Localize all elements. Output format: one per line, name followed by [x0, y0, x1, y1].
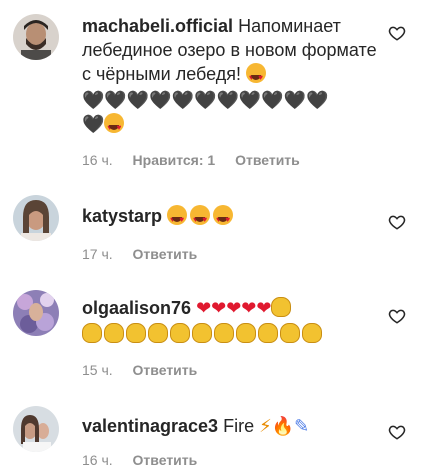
- reply-button[interactable]: Ответить: [235, 152, 300, 168]
- heart-eyes-emoji: [213, 205, 234, 232]
- avatar[interactable]: [13, 195, 59, 241]
- heart-eyes-emoji: [167, 205, 188, 232]
- reply-button[interactable]: Ответить: [133, 246, 198, 262]
- reply-button[interactable]: Ответить: [133, 362, 198, 378]
- comment-username[interactable]: valentinagrace3: [82, 416, 218, 436]
- comment-meta: 17 ч. Ответить: [82, 246, 213, 262]
- comment-meta: 15 ч. Ответить: [82, 362, 213, 378]
- likes-count[interactable]: Нравится: 1: [133, 152, 216, 168]
- like-button[interactable]: [388, 24, 406, 42]
- reply-button[interactable]: Ответить: [133, 452, 198, 468]
- comment-body: machabeli.official Напоминает лебединое …: [82, 14, 382, 140]
- comment-body: katystarp: [82, 204, 382, 232]
- comment-meta: 16 ч. Нравится: 1 Ответить: [82, 152, 316, 168]
- like-button[interactable]: [388, 307, 406, 325]
- emoji-row: 🖤🖤🖤🖤🖤🖤🖤🖤🖤🖤🖤: [82, 90, 329, 111]
- comment-meta: 16 ч. Ответить: [82, 452, 213, 468]
- avatar[interactable]: [13, 290, 59, 336]
- heart-eyes-emoji: [246, 63, 267, 90]
- comment-text: Fire: [223, 416, 255, 436]
- comment-time: 16 ч.: [82, 152, 113, 168]
- like-button[interactable]: [388, 213, 406, 231]
- comment-username[interactable]: olgaalison76: [82, 298, 191, 318]
- avatar[interactable]: [13, 406, 59, 452]
- comment-username[interactable]: machabeli.official: [82, 16, 233, 36]
- clap-emoji: [271, 297, 292, 317]
- heart-outline-icon: [388, 215, 406, 230]
- comment-time: 16 ч.: [82, 452, 113, 468]
- heart-outline-icon: [388, 309, 406, 324]
- like-button[interactable]: [388, 423, 406, 441]
- emoji-row: 🖤: [82, 112, 382, 140]
- fire-emoji-group: ⚡🔥✎: [259, 416, 310, 437]
- comment-body: olgaalison76 ❤❤❤❤❤: [82, 296, 382, 346]
- emoji-row: [82, 322, 382, 346]
- comment-username[interactable]: katystarp: [82, 206, 162, 226]
- heart-eyes-emoji: [104, 113, 125, 140]
- comment-body: valentinagrace3 Fire ⚡🔥✎: [82, 414, 382, 438]
- heart-eyes-emoji: [190, 205, 211, 232]
- heart-outline-icon: [388, 425, 406, 440]
- avatar[interactable]: [13, 14, 59, 60]
- comment-time: 15 ч.: [82, 362, 113, 378]
- heart-outline-icon: [388, 26, 406, 41]
- comment-time: 17 ч.: [82, 246, 113, 262]
